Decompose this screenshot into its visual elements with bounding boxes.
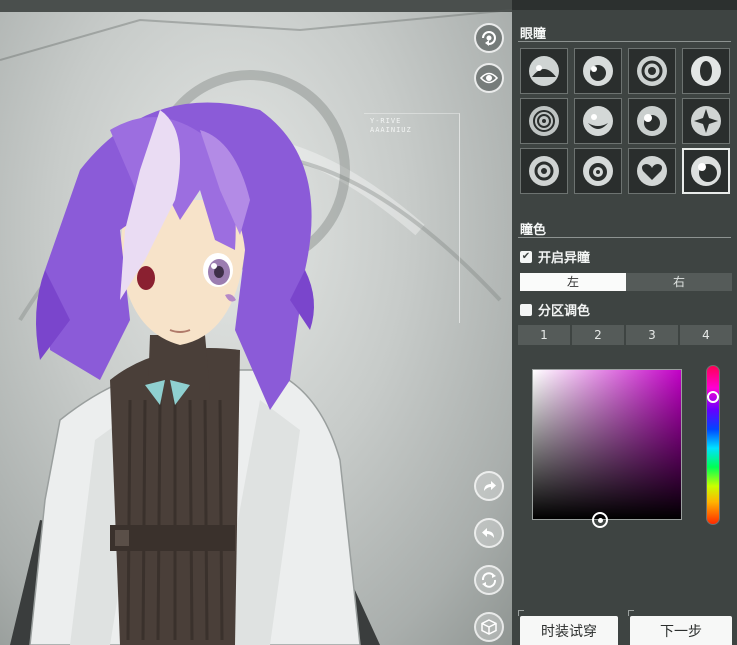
eye-style-thumb-12 [691,156,721,186]
heterochromia-label: 开启异瞳 [538,251,591,266]
eye-style-option-1[interactable] [520,48,568,94]
sv-picker-handle[interactable] [592,512,608,528]
color-section-divider [518,237,731,238]
zone-color-toggle[interactable]: 分区调色 [520,300,590,319]
eye-view-button[interactable] [474,63,504,93]
zone-tab-3[interactable]: 3 [626,325,678,345]
hue-slider[interactable] [706,365,720,525]
eye-style-option-7[interactable] [628,98,676,144]
undo-button[interactable] [474,518,504,548]
eye-style-option-6[interactable] [574,98,622,144]
eye-style-option-8[interactable] [682,98,730,144]
reset-icon [481,572,497,588]
eye-section-divider [518,41,731,42]
checkbox-unchecked-icon[interactable] [520,303,532,316]
zone-tab-2[interactable]: 2 [572,325,624,345]
rotate-view-button[interactable] [474,23,504,53]
eye-style-thumb-5 [529,106,559,136]
saturation-value-picker[interactable] [532,369,682,528]
eye-style-thumb-6 [583,106,613,136]
eye-style-option-2[interactable] [574,48,622,94]
eye-style-grid [520,48,732,194]
zone-tab-1[interactable]: 1 [518,325,570,345]
panel-top-strip [512,0,737,10]
eye-side-tabs: 左 右 [520,273,732,291]
eye-style-thumb-10 [583,156,613,186]
eye-style-thumb-4 [691,56,721,86]
eye-style-option-11[interactable] [628,148,676,194]
eye-style-option-5[interactable] [520,98,568,144]
character-viewport[interactable]: Y-RIVE AAAINIUZ [0,0,512,645]
eye-style-thumb-8 [691,106,721,136]
eye-style-thumb-3 [637,56,667,86]
undo-arrow-icon [482,528,494,538]
eye-style-option-3[interactable] [628,48,676,94]
next-step-button[interactable]: 下一步 [630,616,732,645]
zone-tabs: 1 2 3 4 [518,325,732,345]
heterochromia-toggle[interactable]: ✔ 开启异瞳 [520,247,590,266]
eye-icon [480,72,498,84]
eye-style-thumb-7 [637,106,667,136]
eye-style-option-9[interactable] [520,148,568,194]
zone-tab-4[interactable]: 4 [680,325,732,345]
eye-style-thumb-9 [529,156,559,186]
tab-right-eye[interactable]: 右 [626,273,732,291]
checkbox-checked-icon[interactable]: ✔ [520,250,532,263]
try-on-outfit-button[interactable]: 时装试穿 [520,616,618,645]
eye-section-title: 眼瞳 [520,27,547,42]
customization-panel: 眼瞳 瞳色 ✔ 开启异瞳 左 右 分区调色 1 2 3 4 时装试穿 下一步 [512,0,737,645]
zone-color-label: 分区调色 [538,304,591,319]
eye-style-option-12[interactable] [682,148,730,194]
redo-button[interactable] [474,471,504,501]
reset-button[interactable] [474,565,504,595]
eye-style-thumb-11 [637,156,667,186]
redo-arrow-icon [484,481,496,491]
character-model [10,102,380,645]
eye-style-thumb-2 [583,56,613,86]
left-eye [137,266,155,290]
rotate-icon [482,31,496,46]
color-section-title: 瞳色 [520,223,547,238]
tab-left-eye[interactable]: 左 [520,273,626,291]
cube-icon [481,619,497,635]
random-button[interactable] [474,612,504,642]
eye-style-thumb-1 [529,56,559,86]
eye-style-option-10[interactable] [574,148,622,194]
hue-slider-handle[interactable] [707,391,719,403]
eye-style-option-4[interactable] [682,48,730,94]
